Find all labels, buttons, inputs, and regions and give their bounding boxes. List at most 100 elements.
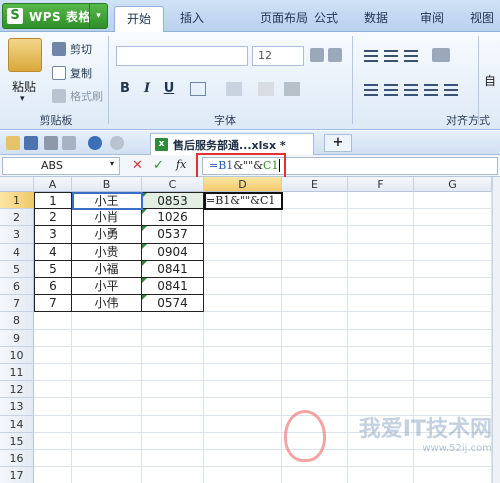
underline-button[interactable]: U [160, 80, 178, 98]
cell-c17[interactable] [142, 467, 204, 483]
fill-color-icon[interactable] [226, 82, 242, 96]
cell-b8[interactable] [72, 312, 142, 330]
cell-a2[interactable]: 2 [34, 209, 72, 227]
cell-f7[interactable] [348, 295, 414, 313]
cell-b12[interactable] [72, 381, 142, 399]
undo-icon[interactable] [88, 136, 102, 150]
cell-e8[interactable] [282, 312, 348, 330]
cell-c9[interactable] [142, 329, 204, 347]
cell-e6[interactable] [282, 278, 348, 296]
row-header-2[interactable]: 2 [0, 209, 34, 227]
row-header-15[interactable]: 15 [0, 432, 34, 450]
cell-d14[interactable] [204, 415, 282, 433]
cell-f12[interactable] [348, 381, 414, 399]
cell-g2[interactable] [414, 209, 492, 227]
cell-e10[interactable] [282, 346, 348, 364]
new-tab-button[interactable]: + [324, 134, 352, 152]
format-painter-button[interactable]: 格式刷 [52, 87, 103, 105]
vertical-scrollbar[interactable] [492, 177, 500, 483]
cell-e11[interactable] [282, 364, 348, 382]
justify-icon[interactable] [424, 84, 438, 96]
cell-c2[interactable]: 1026 [142, 209, 204, 227]
paste-icon[interactable] [8, 38, 42, 72]
cell-c3[interactable]: 0537 [142, 226, 204, 244]
name-box-dropdown-icon[interactable]: ▾ [110, 159, 114, 168]
cell-d10[interactable] [204, 346, 282, 364]
column-header-d[interactable]: D [204, 177, 282, 192]
cell-b5[interactable]: 小福 [72, 260, 142, 278]
cell-d4[interactable] [204, 243, 282, 261]
copy-button[interactable]: 复制 [52, 64, 92, 82]
row-header-1[interactable]: 1 [0, 192, 34, 210]
cell-d9[interactable] [204, 329, 282, 347]
row-header-6[interactable]: 6 [0, 278, 34, 296]
cell-f8[interactable] [348, 312, 414, 330]
cell-a5[interactable]: 5 [34, 260, 72, 278]
cell-b17[interactable] [72, 467, 142, 483]
font-color-icon[interactable] [284, 82, 300, 96]
cell-a4[interactable]: 4 [34, 243, 72, 261]
cell-d8[interactable] [204, 312, 282, 330]
cell-g4[interactable] [414, 243, 492, 261]
paste-dropdown-icon[interactable]: ▾ [20, 94, 25, 104]
row-header-16[interactable]: 16 [0, 450, 34, 468]
row-header-3[interactable]: 3 [0, 226, 34, 244]
cell-g12[interactable] [414, 381, 492, 399]
align-left-icon[interactable] [364, 84, 378, 96]
cell-b13[interactable] [72, 398, 142, 416]
cell-b7[interactable]: 小伟 [72, 295, 142, 313]
grow-font-icon[interactable] [310, 48, 324, 62]
cell-g10[interactable] [414, 346, 492, 364]
cell-d12[interactable] [204, 381, 282, 399]
cell-a1[interactable]: 1 [34, 192, 72, 210]
cell-d1-editing[interactable]: =B1&""&C1 [204, 193, 282, 209]
column-header-g[interactable]: G [414, 177, 492, 192]
cell-c14[interactable] [142, 415, 204, 433]
cell-g1[interactable] [414, 192, 492, 210]
row-header-14[interactable]: 14 [0, 415, 34, 433]
save-icon[interactable] [24, 136, 38, 150]
cell-a7[interactable]: 7 [34, 295, 72, 313]
bold-button[interactable]: B [116, 80, 134, 98]
cell-b16[interactable] [72, 450, 142, 468]
column-header-a[interactable]: A [34, 177, 72, 192]
cell-d13[interactable] [204, 398, 282, 416]
column-header-b[interactable]: B [72, 177, 142, 192]
cell-b14[interactable] [72, 415, 142, 433]
cell-c16[interactable] [142, 450, 204, 468]
cell-e4[interactable] [282, 243, 348, 261]
cell-a8[interactable] [34, 312, 72, 330]
cell-e2[interactable] [282, 209, 348, 227]
align-center-icon[interactable] [384, 84, 398, 96]
row-header-8[interactable]: 8 [0, 312, 34, 330]
confirm-edit-button[interactable]: ✓ [153, 158, 164, 173]
distribute-icon[interactable] [444, 84, 458, 96]
cell-g5[interactable] [414, 260, 492, 278]
align-middle-icon[interactable] [384, 50, 398, 62]
cell-a17[interactable] [34, 467, 72, 483]
cell-a6[interactable]: 6 [34, 278, 72, 296]
document-tab[interactable]: x 售后服务部通...xlsx * [150, 133, 314, 155]
row-header-5[interactable]: 5 [0, 260, 34, 278]
tab-home[interactable]: 开始 [114, 6, 164, 32]
cell-g7[interactable] [414, 295, 492, 313]
fill-bucket-icon[interactable] [258, 82, 274, 96]
cell-g9[interactable] [414, 329, 492, 347]
italic-button[interactable]: I [138, 80, 156, 98]
tab-view[interactable]: 视图 [462, 6, 500, 32]
cell-b4[interactable]: 小贵 [72, 243, 142, 261]
cell-a3[interactable]: 3 [34, 226, 72, 244]
tab-formula[interactable]: 公式 [306, 6, 346, 32]
cell-f10[interactable] [348, 346, 414, 364]
column-header-f[interactable]: F [348, 177, 414, 192]
row-header-7[interactable]: 7 [0, 295, 34, 313]
cell-b6[interactable]: 小平 [72, 278, 142, 296]
cell-d17[interactable] [204, 467, 282, 483]
cell-f5[interactable] [348, 260, 414, 278]
cell-a10[interactable] [34, 346, 72, 364]
tab-data[interactable]: 数据 [356, 6, 396, 32]
cell-f1[interactable] [348, 192, 414, 210]
cell-c6[interactable]: 0841 [142, 278, 204, 296]
chevron-down-icon[interactable]: ▾ [89, 4, 107, 28]
cell-e9[interactable] [282, 329, 348, 347]
